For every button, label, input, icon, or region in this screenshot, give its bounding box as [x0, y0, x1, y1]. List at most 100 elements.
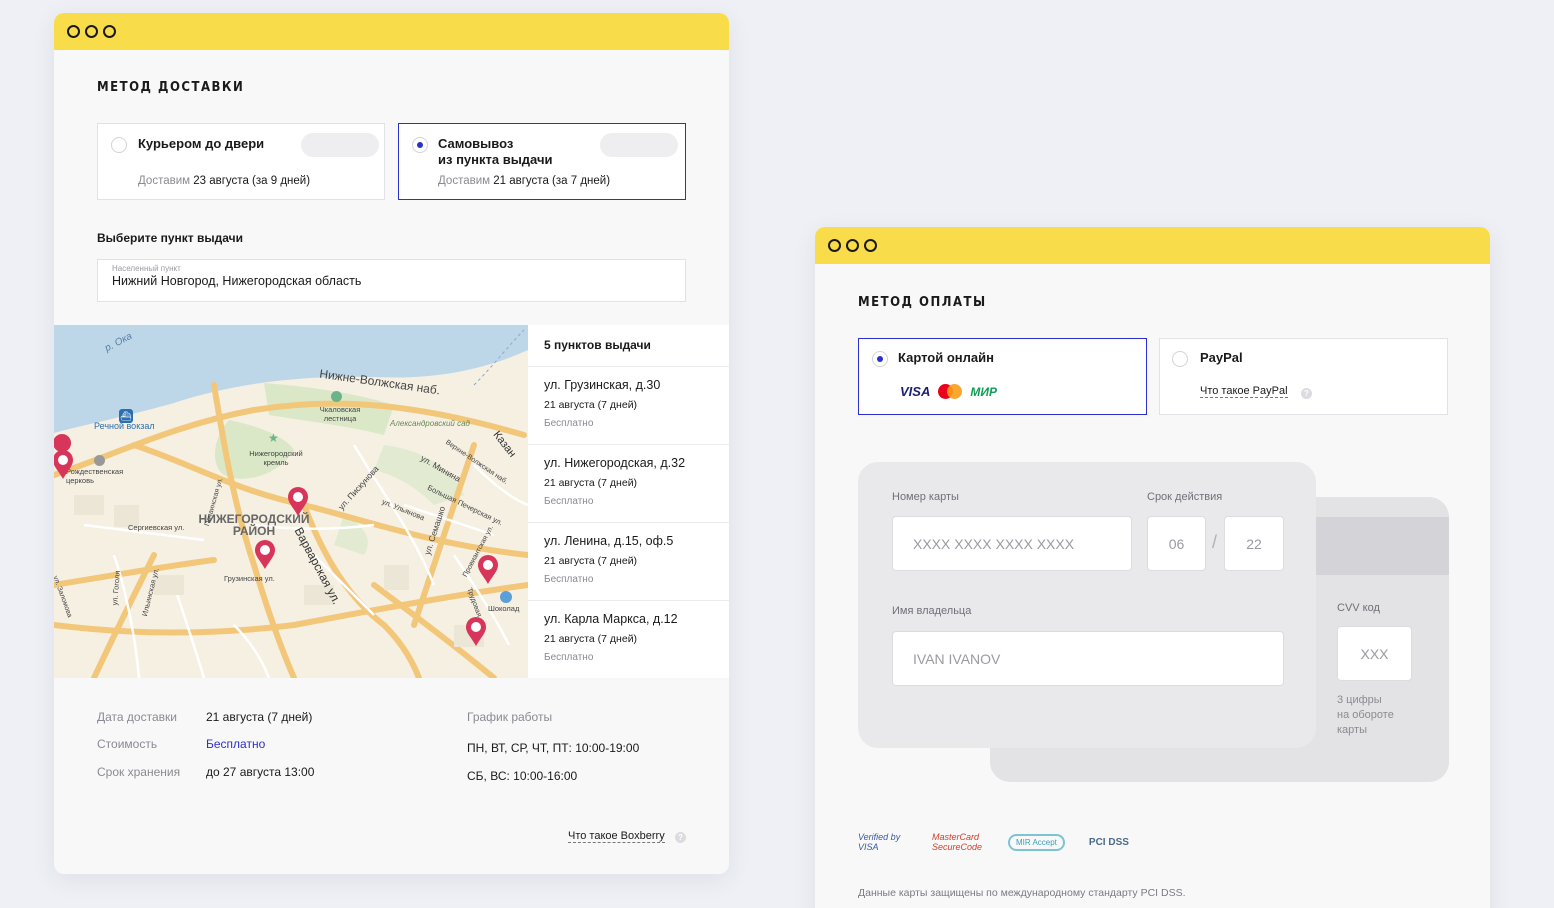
option-title-line: из пункта выдачи	[438, 152, 553, 167]
payment-window: МЕТОД ОПЛАТЫ Картой онлайн VISA МИР PayP…	[815, 227, 1490, 908]
map-pin-icon[interactable]	[465, 617, 487, 647]
cvv-hint: 3 цифры на обороте карты	[1337, 693, 1394, 738]
mir-accept-icon: MIR Accept	[1008, 833, 1065, 851]
expiry-year-input[interactable]: 22	[1224, 516, 1284, 571]
eta-label: Доставим	[138, 175, 191, 187]
list-item[interactable]: ул. Карла Маркса, д.12 21 августа (7 дне…	[528, 601, 729, 679]
map-label: Чкаловская лестница	[319, 405, 361, 423]
eta-value: 21 августа (за 7 дней)	[493, 175, 611, 187]
delivery-date-value: 21 августа (7 дней)	[206, 710, 313, 724]
expiry-month-input[interactable]: 06	[1147, 516, 1206, 571]
delivery-option-courier[interactable]: Курьером до двери Доставим 23 августа (з…	[97, 123, 385, 200]
card-front: Номер карты XXXX XXXX XXXX XXXX Срок дей…	[858, 462, 1316, 748]
cvv-hint-line: 3 цифры	[1337, 694, 1382, 706]
payment-option-paypal[interactable]: PayPal Что такое PayPal ?	[1159, 338, 1448, 415]
map-pin-icon[interactable]	[287, 487, 309, 517]
cvv-hint-line: карты	[1337, 724, 1367, 736]
price-placeholder	[301, 133, 379, 157]
card-logos: VISA МИР	[900, 384, 997, 399]
option-title: Картой онлайн	[898, 350, 994, 365]
radio-button[interactable]	[872, 351, 888, 367]
city-field[interactable]: Населенный пункт Нижний Новгород, Нижего…	[97, 259, 686, 302]
point-date: 21 августа (7 дней)	[544, 555, 638, 567]
holder-input[interactable]: IVAN IVANOV	[892, 631, 1284, 686]
map-label: Рождественская церковь	[66, 467, 124, 485]
mastercard-icon	[938, 384, 963, 399]
holder-caption: Имя владельца	[892, 605, 972, 617]
paypal-help-link[interactable]: Что такое PayPal	[1200, 385, 1288, 398]
option-title-line: Самовывоз	[438, 136, 514, 151]
map-label: Сергиевская ул.	[128, 523, 185, 532]
window-title-bar	[815, 227, 1490, 264]
schedule-label: График работы	[467, 710, 553, 724]
expiry-caption: Срок действия	[1147, 491, 1223, 503]
pci-dss-icon: PCI DSS	[1088, 836, 1129, 848]
window-dot-icon	[828, 239, 841, 252]
mastercard-securecode-icon: MasterCard SecureCode	[932, 832, 983, 852]
list-item[interactable]: ул. Ленина, д.15, оф.5 21 августа (7 дне…	[528, 523, 729, 601]
list-item[interactable]: ул. Нижегородская, д.32 21 августа (7 дн…	[528, 445, 729, 523]
option-eta: Доставим 21 августа (за 7 дней)	[438, 175, 610, 187]
payment-option-card[interactable]: Картой онлайн VISA МИР	[858, 338, 1147, 415]
map-label: Нижегородский кремль	[249, 449, 303, 467]
city-value: Нижний Новгород, Нижегородская область	[112, 274, 362, 288]
payment-title: МЕТОД ОПЛАТЫ	[858, 295, 987, 310]
cvv-caption: CVV код	[1337, 602, 1380, 614]
point-address: ул. Грузинская, д.30	[544, 378, 661, 392]
pickup-map[interactable]: р. Ока Нижне-Волжская наб. Речной вокзал…	[54, 325, 528, 678]
shop-icon	[500, 591, 512, 603]
cvv-hint-line: на обороте	[1337, 709, 1394, 721]
storage-label: Срок хранения	[97, 765, 181, 779]
schedule-weekend: СБ, ВС: 10:00-16:00	[467, 769, 578, 783]
point-price: Бесплатно	[544, 496, 594, 507]
window-dot-icon	[103, 25, 116, 38]
point-date: 21 августа (7 дней)	[544, 399, 638, 411]
eta-label: Доставим	[438, 175, 491, 187]
point-address: ул. Нижегородская, д.32	[544, 456, 686, 470]
help-icon[interactable]: ?	[1301, 388, 1312, 399]
point-address: ул. Ленина, д.15, оф.5	[544, 534, 674, 548]
window-title-bar	[54, 13, 729, 50]
help-icon[interactable]: ?	[675, 832, 686, 843]
eta-value: 23 августа (за 9 дней)	[193, 175, 311, 187]
list-item[interactable]: ул. Грузинская, д.30 21 августа (7 дней)…	[528, 367, 729, 445]
schedule-weekdays: ПН, ВТ, СР, ЧТ, ПТ: 10:00-19:00	[467, 741, 640, 755]
boxberry-help-link[interactable]: Что такое Boxberry	[568, 830, 665, 843]
map-pin-icon[interactable]	[477, 555, 499, 585]
ship-icon: ⛴	[119, 409, 133, 423]
card-number-input[interactable]: XXXX XXXX XXXX XXXX	[892, 516, 1132, 571]
security-footnote: Данные карты защищены по международному …	[858, 887, 1186, 899]
verified-by-visa-icon: Verified by VISA	[858, 832, 901, 852]
window-dot-icon	[846, 239, 859, 252]
price-placeholder	[600, 133, 678, 157]
security-logos: Verified by VISA MasterCard SecureCode M…	[858, 832, 1129, 852]
park-icon	[331, 391, 342, 402]
point-price: Бесплатно	[544, 652, 594, 663]
delivery-title: МЕТОД ДОСТАВКИ	[97, 80, 245, 95]
mir-icon: МИР	[970, 384, 997, 399]
point-price: Бесплатно	[544, 574, 594, 585]
radio-button[interactable]	[111, 137, 127, 153]
cvv-input[interactable]: XXX	[1337, 626, 1412, 681]
window-dot-icon	[85, 25, 98, 38]
point-date: 21 августа (7 дней)	[544, 633, 638, 645]
point-price: Бесплатно	[544, 418, 594, 429]
option-title: Самовывоз из пункта выдачи	[438, 136, 553, 168]
star-icon: ★	[268, 431, 279, 445]
visa-icon: VISA	[900, 384, 931, 399]
expiry-separator: /	[1212, 532, 1218, 552]
option-title: PayPal	[1200, 350, 1243, 365]
cost-value: Бесплатно	[206, 737, 266, 751]
delivery-date-label: Дата доставки	[97, 710, 177, 724]
pickup-points-list: 5 пунктов выдачи ул. Грузинская, д.30 21…	[528, 325, 729, 678]
radio-button[interactable]	[1172, 351, 1188, 367]
option-eta: Доставим 23 августа (за 9 дней)	[138, 175, 310, 187]
map-label: Александровский сад	[390, 419, 470, 428]
map-pin-icon[interactable]	[54, 450, 74, 480]
radio-button[interactable]	[412, 137, 428, 153]
map-label: Шоколад	[488, 604, 520, 613]
window-dot-icon	[864, 239, 877, 252]
map-pin-icon[interactable]	[254, 540, 276, 570]
delivery-option-pickup[interactable]: Самовывоз из пункта выдачи Доставим 21 а…	[398, 123, 686, 200]
pickup-label: Выберите пункт выдачи	[97, 231, 243, 245]
